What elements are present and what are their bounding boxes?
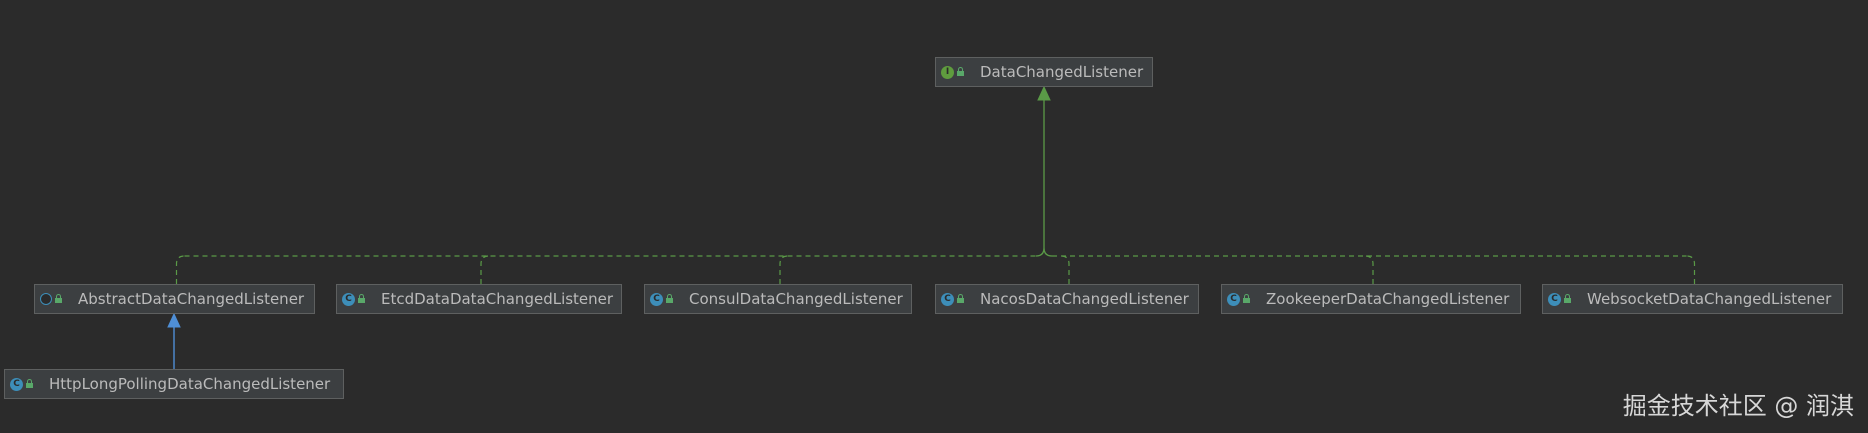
node-zookeeper-data-changed-listener[interactable]: C ZookeeperDataChangedListener bbox=[1221, 284, 1521, 314]
node-label: WebsocketDataChangedListener bbox=[1587, 290, 1832, 308]
implements-drop-line bbox=[175, 255, 185, 284]
node-abstract-data-changed-listener[interactable]: AbstractDataChangedListener bbox=[34, 284, 315, 314]
class-icon: C bbox=[941, 292, 954, 306]
node-consul-data-changed-listener[interactable]: C ConsulDataChangedListener bbox=[644, 284, 912, 314]
node-label: NacosDataChangedListener bbox=[980, 290, 1189, 308]
class-icon: C bbox=[342, 292, 355, 306]
implements-drop-line bbox=[779, 255, 789, 284]
node-label: HttpLongPollingDataChangedListener bbox=[49, 375, 331, 393]
class-icon: C bbox=[1548, 292, 1561, 306]
implements-drop-line bbox=[480, 255, 490, 284]
interface-icon: I bbox=[941, 65, 954, 79]
implements-drop-line bbox=[1364, 255, 1374, 284]
extends-arrowhead bbox=[167, 312, 181, 328]
implements-drop-line bbox=[1060, 255, 1070, 284]
class-icon: C bbox=[10, 377, 23, 391]
node-websocket-data-changed-listener[interactable]: C WebsocketDataChangedListener bbox=[1542, 284, 1843, 314]
uml-class-diagram: I DataChangedListener AbstractDataChange… bbox=[0, 0, 1868, 433]
node-label: AbstractDataChangedListener bbox=[78, 290, 305, 308]
node-label: ZookeeperDataChangedListener bbox=[1266, 290, 1510, 308]
node-data-changed-listener[interactable]: I DataChangedListener bbox=[935, 57, 1153, 87]
public-access-icon bbox=[54, 294, 64, 304]
class-icon: C bbox=[650, 292, 663, 306]
public-access-icon bbox=[956, 294, 966, 304]
node-label: EtcdDataDataChangedListener bbox=[381, 290, 614, 308]
public-access-icon bbox=[1242, 294, 1252, 304]
public-access-icon bbox=[25, 379, 35, 389]
watermark: 掘金技术社区 @ 润淇 bbox=[1622, 392, 1854, 420]
node-label: DataChangedListener bbox=[980, 63, 1144, 81]
implements-arrowhead bbox=[1037, 85, 1051, 101]
node-etcd-data-data-changed-listener[interactable]: C EtcdDataDataChangedListener bbox=[336, 284, 622, 314]
node-label: ConsulDataChangedListener bbox=[689, 290, 903, 308]
public-access-icon bbox=[956, 67, 966, 77]
implements-drop-line bbox=[1686, 255, 1696, 284]
implements-trunk-line bbox=[1035, 99, 1053, 257]
abstract-class-icon bbox=[40, 293, 52, 305]
node-http-long-polling-data-changed-listener[interactable]: C HttpLongPollingDataChangedListener bbox=[4, 369, 344, 399]
class-icon: C bbox=[1227, 292, 1240, 306]
node-nacos-data-changed-listener[interactable]: C NacosDataChangedListener bbox=[935, 284, 1199, 314]
public-access-icon bbox=[665, 294, 675, 304]
public-access-icon bbox=[357, 294, 367, 304]
public-access-icon bbox=[1563, 294, 1573, 304]
